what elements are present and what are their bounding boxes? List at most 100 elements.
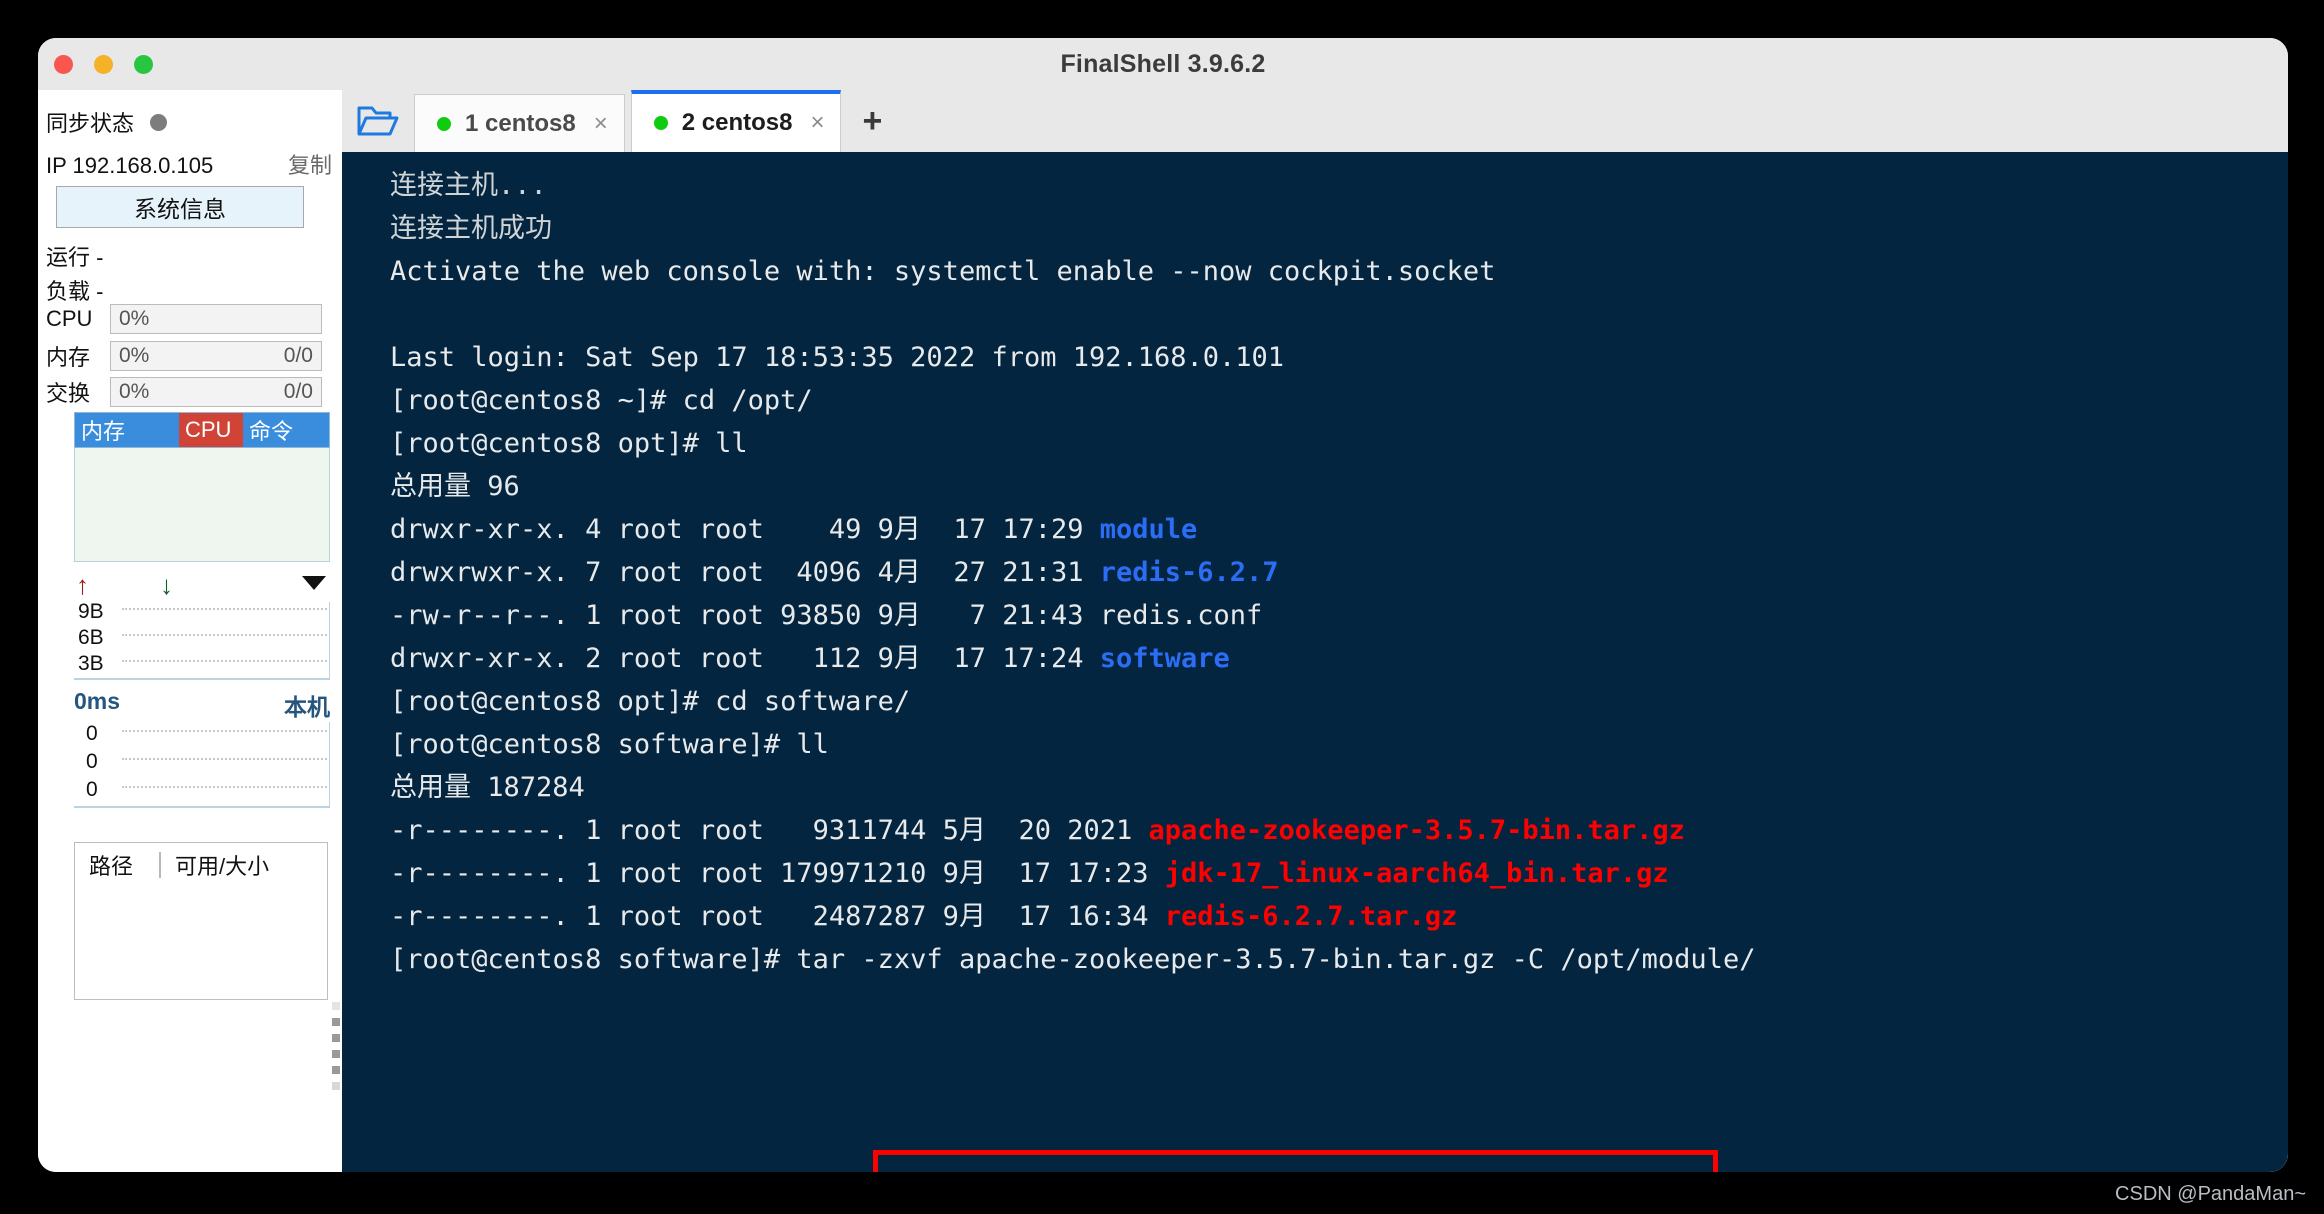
- terminal-lines: 连接主机... 连接主机成功 Activate the web console wi…: [390, 164, 2288, 1172]
- terminal-text: 连接主机...: [390, 170, 547, 201]
- terminal-line: [root@centos8 opt]# ll: [390, 422, 2288, 465]
- terminal-line: 总用量 96: [390, 465, 2288, 508]
- latency-gridline: [122, 730, 327, 732]
- terminal-text: [root@centos8 software]# ll: [390, 729, 829, 760]
- swap-meter: 交换 0% 0/0: [46, 376, 322, 408]
- terminal-line: [root@centos8 opt]# cd software/: [390, 680, 2288, 723]
- tab-close-icon[interactable]: ×: [810, 109, 824, 137]
- latency-tick-2: 0: [86, 750, 98, 773]
- left-sidebar: 同步状态 IP 192.168.0.105 复制 系统信息 运行 - 负载 - …: [38, 90, 340, 1172]
- terminal-text: drwxr-xr-x. 2 root root 112 9月 17 17:24: [390, 643, 1100, 674]
- tab-bar: 1 centos8 × 2 centos8 × +: [342, 90, 2288, 152]
- network-tick-6b: 6B: [78, 626, 104, 649]
- disk-column-available-size[interactable]: 可用/大小: [161, 849, 269, 881]
- network-graph: 9B 6B 3B: [74, 600, 330, 680]
- terminal-text: [root@centos8 ~]# cd /opt/: [390, 385, 813, 416]
- terminal-line: [root@centos8 ~]# cd /opt/: [390, 379, 2288, 422]
- process-table-body: [74, 448, 330, 562]
- memory-meter-value: 0%: [119, 344, 150, 367]
- process-column-cpu[interactable]: CPU: [179, 413, 243, 447]
- folder-open-icon[interactable]: [342, 90, 414, 152]
- memory-meter-detail: 0/0: [283, 344, 313, 367]
- terminal-line: drwxr-xr-x. 2 root root 112 9月 17 17:24 …: [390, 637, 2288, 680]
- terminal-text: -rw-r--r--. 1 root root 93850 9月 7 21:43…: [390, 600, 1263, 631]
- chevron-down-icon[interactable]: [302, 576, 326, 590]
- disk-table: 路径 可用/大小: [74, 842, 328, 1000]
- terminal-line: -r--------. 1 root root 2487287 9月 17 16…: [390, 895, 2288, 938]
- terminal-text: jdk-17_linux-aarch64_bin.tar.gz: [1164, 858, 1669, 889]
- uptime-label: 运行 -: [46, 245, 104, 270]
- network-graph-header: ↑ ↓: [74, 572, 330, 602]
- copy-ip-button[interactable]: 复制: [288, 148, 332, 180]
- terminal-text: 总用量 187284: [390, 772, 585, 803]
- terminal-text: -r--------. 1 root root 9311744 5月 20 20…: [390, 815, 1149, 846]
- sync-status-label: 同步状态: [46, 111, 135, 136]
- sync-status-row: 同步状态: [46, 106, 168, 138]
- terminal-text: [root@centos8 software]# tar -zxvf apach…: [390, 944, 1756, 975]
- terminal-line: 总用量 187284: [390, 766, 2288, 809]
- title-bar: FinalShell 3.9.6.2: [38, 38, 2288, 91]
- sync-status-indicator-icon: [150, 113, 168, 131]
- terminal-line: 连接主机成功: [390, 207, 2288, 250]
- disk-column-path[interactable]: 路径: [75, 849, 159, 881]
- cpu-meter: CPU 0%: [46, 304, 322, 334]
- terminal-line: -r--------. 1 root root 179971210 9月 17 …: [390, 852, 2288, 895]
- disk-table-header: 路径 可用/大小: [75, 843, 327, 887]
- terminal-line: drwxr-xr-x. 4 root root 49 9月 17 17:29 m…: [390, 508, 2288, 551]
- network-tick-3b: 3B: [78, 652, 104, 675]
- terminal-line: [root@centos8 software]# ll: [390, 723, 2288, 766]
- terminal-text: 总用量 96: [390, 471, 520, 502]
- process-column-command[interactable]: 命令: [243, 413, 329, 447]
- latency-graph: 0 0 0: [74, 722, 330, 808]
- terminal-text: drwxr-xr-x. 4 root root 49 9月 17 17:29: [390, 514, 1100, 545]
- swap-meter-detail: 0/0: [283, 380, 313, 403]
- terminal-text: Last login: Sat Sep 17 18:53:35 2022 fro…: [390, 342, 1285, 373]
- terminal-text: redis-6.2.7: [1099, 557, 1279, 588]
- tab-status-icon: [437, 116, 451, 131]
- terminal-text: -r--------. 1 root root 179971210 9月 17 …: [390, 858, 1165, 889]
- tab-2-centos8[interactable]: 2 centos8 ×: [630, 90, 842, 152]
- latency-target: 本机: [284, 694, 330, 720]
- tab-label: 2 centos8: [681, 109, 793, 136]
- terminal-text: module: [1099, 514, 1198, 545]
- new-tab-button[interactable]: +: [841, 90, 903, 152]
- latency-value: 0ms: [74, 688, 121, 714]
- sidebar-splitter[interactable]: [332, 90, 342, 1172]
- load-label: 负载 -: [46, 279, 104, 304]
- cpu-meter-value: 0%: [119, 307, 150, 330]
- terminal-text: [root@centos8 opt]# ll: [390, 428, 748, 459]
- terminal-output[interactable]: 连接主机... 连接主机成功 Activate the web console wi…: [342, 152, 2288, 1172]
- terminal-text: 连接主机成功: [390, 213, 552, 244]
- latency-gridline: [122, 786, 327, 788]
- terminal-line: Last login: Sat Sep 17 18:53:35 2022 fro…: [390, 336, 2288, 379]
- system-info-button[interactable]: 系统信息: [56, 186, 304, 228]
- terminal-text: redis-6.2.7.tar.gz: [1164, 901, 1458, 932]
- swap-meter-label: 交换: [46, 381, 91, 406]
- terminal-text: [root@centos8 opt]# cd software/: [390, 686, 911, 717]
- tab-close-icon[interactable]: ×: [594, 110, 608, 138]
- ip-address-label: IP 192.168.0.105: [46, 153, 214, 178]
- tab-status-icon: [653, 116, 668, 130]
- process-column-memory[interactable]: 内存: [75, 413, 179, 447]
- right-pane: 1 centos8 × 2 centos8 × + 连接主机... 连接主机成功 A…: [342, 90, 2288, 1172]
- cpu-meter-box: 0%: [110, 304, 322, 334]
- terminal-text: drwxrwxr-x. 7 root root 4096 4月 27 21:31: [390, 557, 1100, 588]
- terminal-line: [root@centos8 software]# tar -zxvf apach…: [390, 938, 2288, 981]
- download-arrow-icon: ↓: [160, 570, 173, 600]
- terminal-line: Activate the web console with: systemctl…: [390, 250, 2288, 293]
- memory-meter: 内存 0% 0/0: [46, 340, 322, 372]
- terminal-text: -r--------. 1 root root 2487287 9月 17 16…: [390, 901, 1165, 932]
- tab-1-centos8[interactable]: 1 centos8 ×: [414, 94, 625, 152]
- network-gridline: [122, 660, 327, 662]
- terminal-line: drwxrwxr-x. 7 root root 4096 4月 27 21:31…: [390, 551, 2288, 594]
- network-gridline: [122, 634, 327, 636]
- swap-meter-value: 0%: [119, 380, 150, 403]
- watermark: CSDN @PandaMan~: [2115, 1183, 2306, 1205]
- latency-tick-3: 0: [86, 778, 98, 801]
- cpu-meter-label: CPU: [46, 306, 93, 331]
- tab-label: 1 centos8: [465, 109, 576, 137]
- terminal-line: -r--------. 1 root root 9311744 5月 20 20…: [390, 809, 2288, 852]
- upload-arrow-icon: ↑: [76, 570, 89, 600]
- terminal-text: Activate the web console with: systemctl…: [390, 256, 1496, 287]
